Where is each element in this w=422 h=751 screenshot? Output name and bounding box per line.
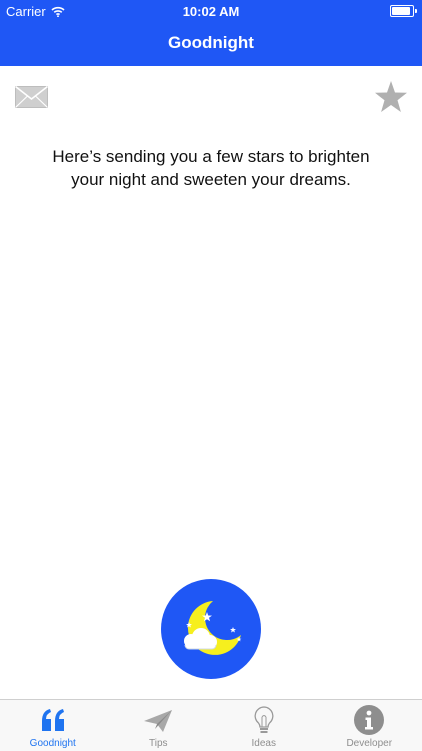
tab-goodnight[interactable]: Goodnight [0,700,106,751]
goodnight-message: Here’s sending you a few stars to bright… [40,145,382,191]
nav-header: Carrier 10:02 AM Goodnight [0,0,422,66]
tab-label: Developer [317,738,422,749]
battery-fill [392,7,410,15]
share-mail-button[interactable] [15,86,48,108]
favorite-button[interactable] [374,80,408,114]
paper-plane-icon [142,704,174,736]
page-title: Goodnight [0,33,422,53]
lightbulb-icon [248,704,280,736]
tab-developer[interactable]: Developer [317,700,422,751]
status-time: 10:02 AM [0,4,422,19]
info-icon [353,704,385,736]
tab-ideas[interactable]: Ideas [211,700,317,751]
tab-bar: Goodnight Tips Ideas Developer [0,699,422,751]
star-icon [374,80,408,114]
envelope-icon [15,86,48,108]
tab-label: Ideas [211,738,317,749]
quote-icon [37,704,69,736]
moon-cloud-icon [161,579,261,679]
tab-tips[interactable]: Tips [106,700,212,751]
battery-icon [390,5,414,17]
tab-label: Goodnight [0,738,106,749]
next-message-button[interactable] [161,579,261,679]
tab-label: Tips [106,738,212,749]
status-bar: Carrier 10:02 AM [0,0,422,22]
